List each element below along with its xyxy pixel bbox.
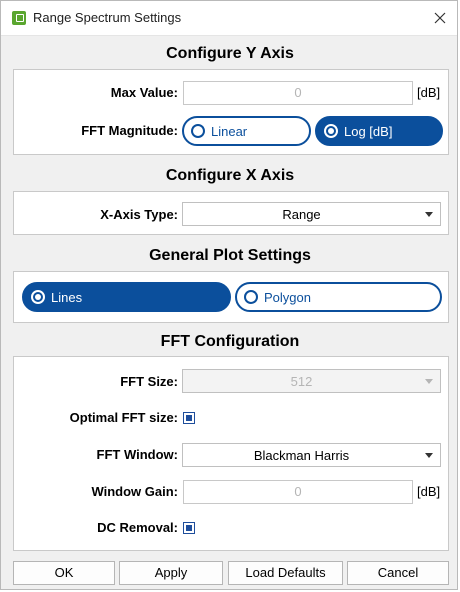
- linear-option[interactable]: Linear: [182, 116, 311, 146]
- plot-settings-heading: General Plot Settings: [149, 247, 311, 264]
- settings-dialog: Range Spectrum Settings Configure Y Axis…: [0, 0, 458, 590]
- window-gain-input[interactable]: 0: [183, 480, 413, 504]
- radio-icon: [191, 124, 205, 138]
- optimal-fft-checkbox[interactable]: [183, 412, 195, 424]
- load-defaults-button[interactable]: Load Defaults: [228, 561, 343, 585]
- y-axis-heading: Configure Y Axis: [166, 45, 294, 62]
- chevron-down-icon: [425, 212, 433, 217]
- radio-icon: [324, 124, 338, 138]
- linear-option-label: Linear: [211, 124, 248, 139]
- x-axis-group: X-Axis Type: Range: [13, 191, 449, 235]
- dc-removal-label: DC Removal:: [97, 520, 178, 535]
- max-value-input[interactable]: 0: [183, 81, 413, 105]
- x-axis-heading: Configure X Axis: [165, 167, 295, 184]
- lines-option[interactable]: Lines: [22, 282, 231, 312]
- plot-settings-group: Lines Polygon: [13, 271, 449, 323]
- app-icon: [12, 11, 26, 25]
- y-axis-group: Max Value: 0 [dB] FFT Magnitude: Linear …: [13, 69, 449, 155]
- log-db-option[interactable]: Log [dB]: [315, 116, 443, 146]
- max-value-label: Max Value:: [110, 85, 178, 100]
- fft-group: FFT Size: 512 Optimal FFT size: FFT Wind…: [13, 356, 449, 551]
- fft-window-dropdown[interactable]: Blackman Harris: [182, 443, 441, 467]
- fft-size-label: FFT Size:: [120, 374, 178, 389]
- polygon-option[interactable]: Polygon: [235, 282, 442, 312]
- radio-icon: [31, 290, 45, 304]
- apply-button[interactable]: Apply: [119, 561, 223, 585]
- fft-window-value: Blackman Harris: [253, 448, 350, 463]
- radio-icon: [244, 290, 258, 304]
- window-gain-unit: [dB]: [417, 484, 441, 499]
- chevron-down-icon: [425, 379, 433, 384]
- polygon-option-label: Polygon: [264, 290, 311, 305]
- lines-option-label: Lines: [51, 290, 83, 305]
- cancel-button[interactable]: Cancel: [347, 561, 449, 585]
- close-icon: [434, 12, 446, 24]
- fft-size-dropdown[interactable]: 512: [182, 369, 441, 393]
- x-axis-type-label: X-Axis Type:: [100, 207, 178, 222]
- close-button[interactable]: [429, 7, 451, 29]
- fft-window-label: FFT Window:: [96, 447, 178, 462]
- x-axis-type-value: Range: [282, 207, 321, 222]
- window-title: Range Spectrum Settings: [33, 10, 182, 25]
- fft-magnitude-label: FFT Magnitude:: [81, 123, 178, 138]
- max-value-unit: [dB]: [417, 85, 441, 100]
- title-bar: Range Spectrum Settings: [1, 1, 457, 36]
- x-axis-type-dropdown[interactable]: Range: [182, 202, 441, 226]
- fft-heading: FFT Configuration: [160, 333, 300, 350]
- ok-button[interactable]: OK: [13, 561, 115, 585]
- window-gain-label: Window Gain:: [91, 484, 178, 499]
- log-db-option-label: Log [dB]: [344, 124, 393, 139]
- fft-size-value: 512: [290, 374, 313, 389]
- chevron-down-icon: [425, 453, 433, 458]
- dc-removal-checkbox[interactable]: [183, 522, 195, 534]
- optimal-fft-label: Optimal FFT size:: [69, 410, 178, 425]
